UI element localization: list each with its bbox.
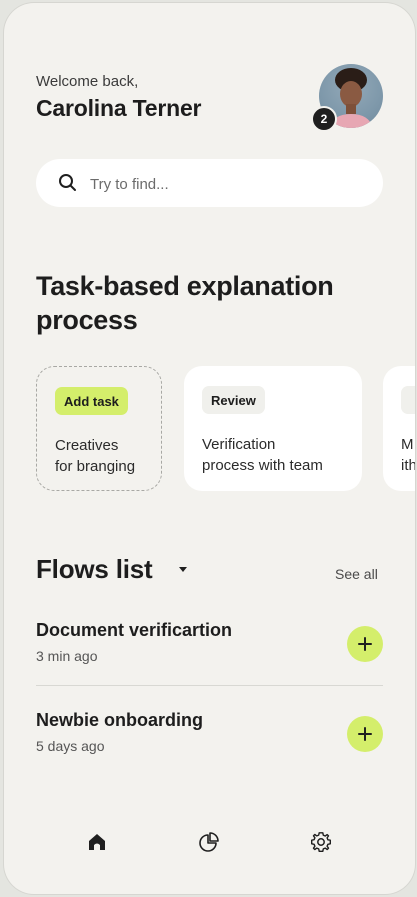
card-text-line: for branging: [55, 458, 136, 475]
partial-chip: [401, 386, 415, 414]
notification-badge: 2: [311, 106, 337, 132]
user-name: Carolina Terner: [36, 95, 202, 121]
review-chip: Review: [202, 386, 265, 414]
chart-icon[interactable]: [198, 831, 220, 853]
add-button[interactable]: [347, 626, 383, 662]
plus-icon: [358, 637, 372, 651]
list-item[interactable]: Document verificartion 3 min ago: [36, 620, 383, 680]
flow-time: 3 min ago: [36, 648, 98, 664]
card-text-line: Verification: [202, 436, 276, 453]
chevron-down-icon[interactable]: [177, 566, 189, 574]
welcome-text: Welcome back,: [36, 73, 139, 90]
card-text: Creatives for branging: [55, 435, 135, 477]
search-icon: [59, 174, 76, 191]
add-button[interactable]: [347, 716, 383, 752]
flow-name: Document verificartion: [36, 620, 233, 640]
see-all-link[interactable]: See all: [335, 566, 378, 582]
add-task-chip[interactable]: Add task: [55, 387, 128, 415]
card-text: M ith: [401, 434, 415, 476]
flows-title: Flows list: [36, 554, 153, 584]
task-card-review[interactable]: Review Verification process with team: [184, 366, 362, 491]
home-icon[interactable]: [86, 831, 108, 853]
list-item[interactable]: Newbie onboarding 5 days ago: [36, 710, 383, 770]
card-text: Verification process with team: [202, 434, 323, 476]
flow-name: Newbie onboarding: [36, 710, 204, 730]
task-card-partial[interactable]: M ith: [383, 366, 415, 491]
plus-icon: [358, 727, 372, 741]
search-input[interactable]: [88, 159, 372, 209]
task-card-add[interactable]: Add task Creatives for branging: [36, 366, 162, 491]
card-text-line: process with team: [202, 457, 323, 474]
card-text-line: M: [401, 436, 414, 453]
section-title: Task-based explanation process: [36, 271, 334, 335]
flow-time: 5 days ago: [36, 738, 105, 754]
search-bar[interactable]: [36, 159, 383, 209]
card-text-line: ith: [401, 457, 415, 474]
phone-screen: Welcome back, Carolina Terner 2 Task-bas…: [4, 3, 415, 894]
card-text-line: Creatives: [55, 437, 119, 454]
divider: [36, 685, 383, 686]
gear-icon[interactable]: [310, 831, 332, 853]
